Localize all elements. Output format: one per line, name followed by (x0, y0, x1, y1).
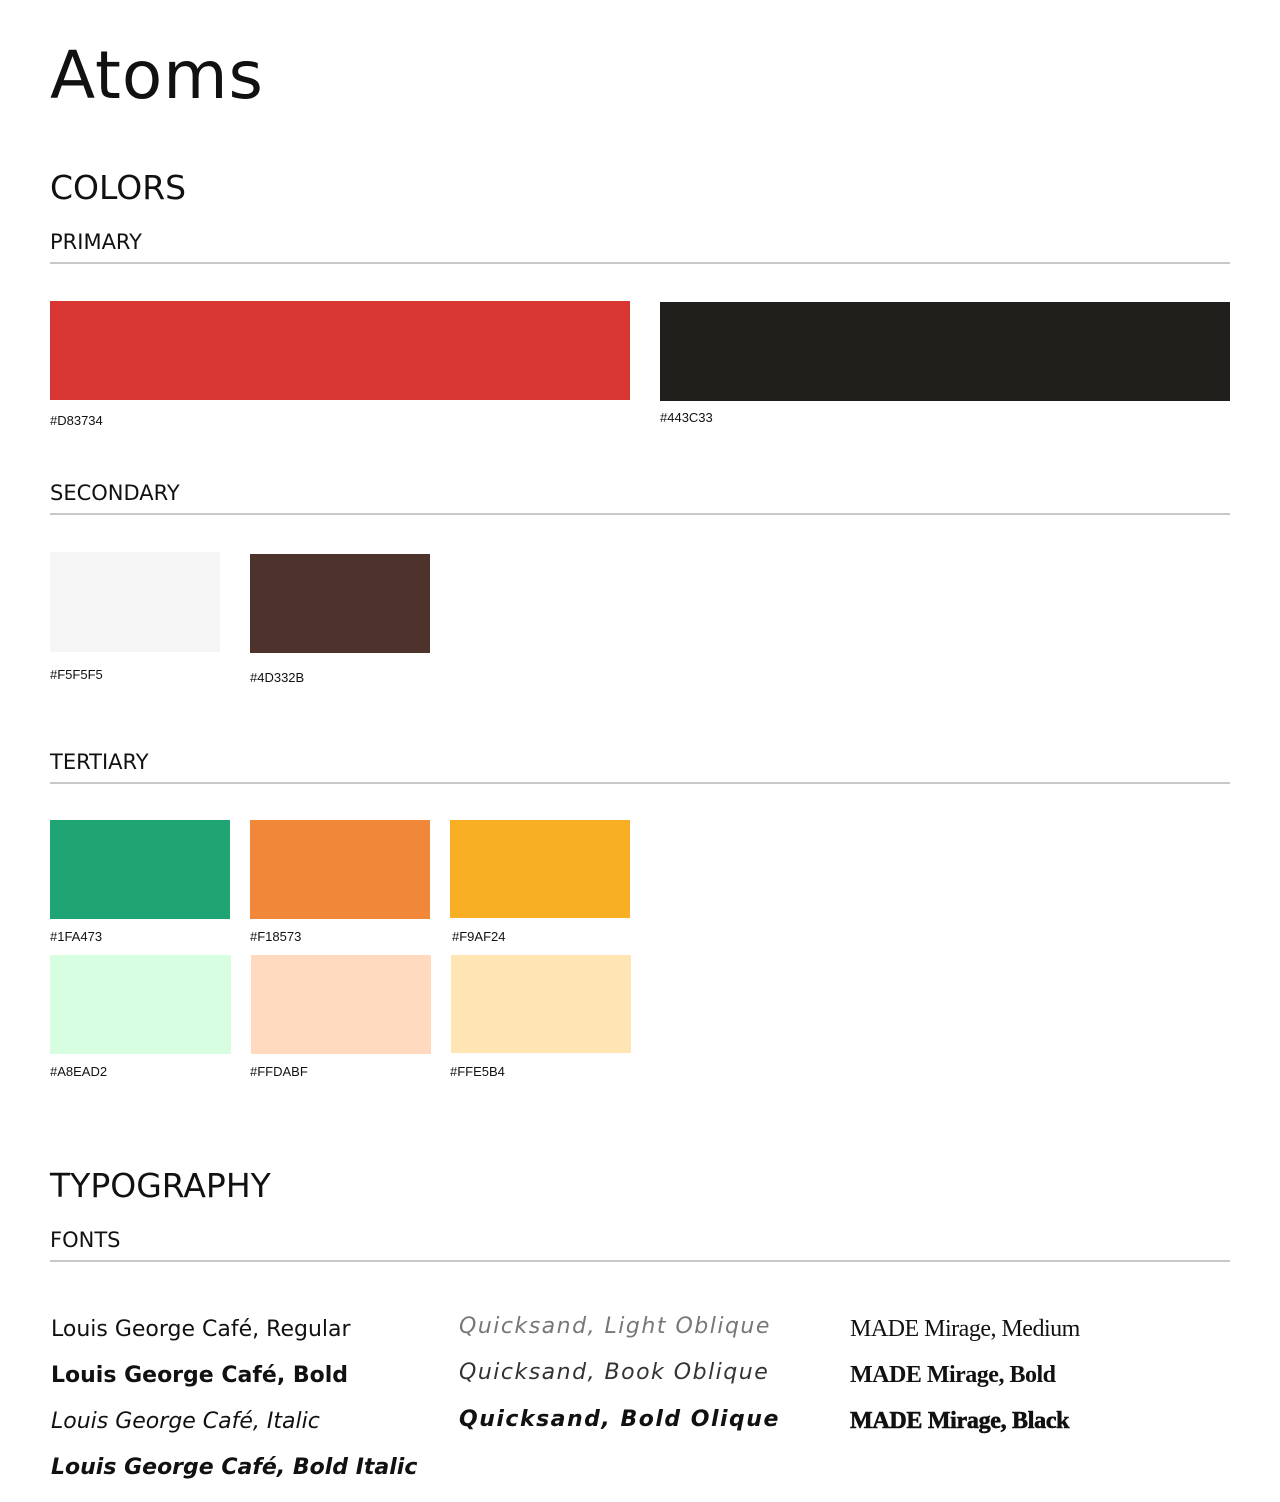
font-sample-quicksand-book-oblique: Quicksand, Book Oblique (459, 1360, 770, 1385)
swatch-tertiary-mint (50, 955, 231, 1054)
fonts-label: FONTS (50, 1228, 121, 1252)
font-sample-made-mirage-black: MADE Mirage, Black (850, 1408, 1070, 1435)
swatch-tertiary-cream (451, 955, 631, 1053)
swatch-secondary-brown (250, 554, 430, 653)
hex-tertiary-green: #1FA473 (50, 929, 103, 944)
primary-divider (50, 262, 1230, 264)
tertiary-label: TERTIARY (50, 750, 149, 774)
swatch-tertiary-peach (251, 955, 431, 1054)
hex-tertiary-orange: #F18573 (250, 929, 302, 944)
secondary-label: SECONDARY (50, 481, 180, 505)
swatch-tertiary-orange (250, 820, 430, 919)
font-sample-made-mirage-medium: MADE Mirage, Medium (850, 1316, 1080, 1342)
swatch-primary-dark (660, 302, 1230, 401)
swatch-tertiary-green (50, 820, 230, 919)
tertiary-divider (50, 782, 1230, 784)
hex-tertiary-peach: #FFDABF (250, 1064, 308, 1079)
hex-primary-dark: #443C33 (660, 410, 713, 425)
font-sample-louis-george-bold: Louis George Café, Bold (51, 1363, 349, 1388)
hex-tertiary-cream: #FFE5B4 (450, 1064, 505, 1079)
primary-label: PRIMARY (50, 230, 143, 254)
font-sample-louis-george-regular: Louis George Café, Regular (51, 1317, 351, 1342)
hex-tertiary-yellow: #F9AF24 (452, 929, 506, 944)
hex-secondary-brown: #4D332B (250, 670, 305, 685)
font-sample-quicksand-light-oblique: Quicksand, Light Oblique (459, 1314, 771, 1339)
typography-heading: TYPOGRAPHY (50, 1166, 271, 1205)
swatch-tertiary-yellow (450, 820, 630, 918)
fonts-divider (50, 1260, 1230, 1262)
swatch-secondary-light (50, 552, 220, 652)
hex-tertiary-mint: #A8EAD2 (50, 1064, 108, 1079)
font-sample-quicksand-bold-oblique: Quicksand, Bold Olique (459, 1407, 780, 1432)
hex-primary-red: #D83734 (50, 413, 103, 428)
font-sample-made-mirage-bold: MADE Mirage, Bold (850, 1362, 1056, 1388)
font-sample-louis-george-italic: Louis George Café, Italic (51, 1409, 320, 1434)
font-sample-louis-george-bold-italic: Louis George Café, Bold Italic (51, 1455, 418, 1480)
swatch-primary-red (50, 301, 630, 400)
secondary-divider (50, 513, 1230, 515)
colors-heading: COLORS (50, 168, 187, 207)
hex-secondary-light: #F5F5F5 (50, 667, 103, 682)
page-title: Atoms (50, 37, 264, 114)
